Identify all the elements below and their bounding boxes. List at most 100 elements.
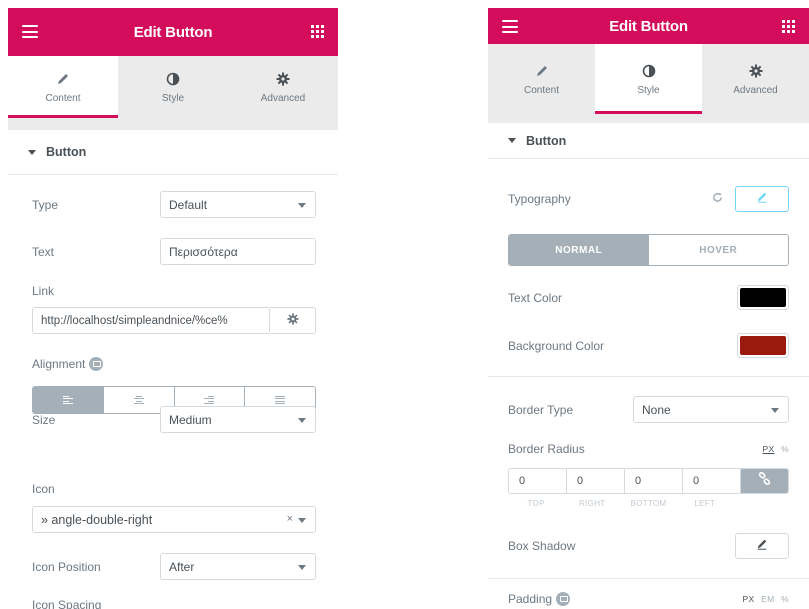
background-color-picker[interactable]: [737, 333, 789, 358]
text-control: Text Περισσότερα: [32, 238, 316, 265]
responsive-desktop-icon[interactable]: [556, 592, 571, 606]
side-top-label: TOP: [527, 499, 545, 508]
icon-label: Icon: [32, 482, 55, 496]
text-color-control: Text Color: [508, 285, 789, 310]
unit-px[interactable]: PX: [763, 444, 775, 454]
icon-position-select[interactable]: After: [160, 553, 316, 580]
border-radius-inputs: 0 0 0 0: [508, 468, 789, 494]
tabs-spacer: [8, 118, 338, 130]
type-value: Default: [169, 197, 208, 212]
icon-position-control: Icon Position After: [32, 553, 316, 580]
icon-select[interactable]: » angle-double-right ×: [32, 506, 316, 533]
text-color-picker[interactable]: [737, 285, 789, 310]
box-shadow-label: Box Shadow: [508, 539, 576, 553]
section-divider: [488, 376, 809, 377]
panel-title: Edit Button: [133, 23, 213, 41]
text-input[interactable]: Περισσότερα: [160, 238, 316, 265]
size-value: Medium: [169, 412, 212, 427]
border-type-select[interactable]: None: [633, 396, 789, 423]
responsive-desktop-icon[interactable]: [89, 357, 104, 371]
unit-percent[interactable]: %: [781, 444, 789, 454]
size-select[interactable]: Medium: [160, 406, 316, 433]
left-editor-panel: Edit Button Content Style Advanced Butto…: [8, 8, 338, 609]
tabs-spacer: [488, 114, 809, 123]
icon-value: » angle-double-right: [41, 512, 153, 527]
tab-advanced[interactable]: Advanced: [228, 56, 338, 118]
background-color-swatch: [740, 336, 786, 355]
hamburger-menu-icon[interactable]: [22, 25, 38, 38]
unit-px[interactable]: PX: [742, 594, 754, 604]
side-left-label: LEFT: [694, 499, 716, 508]
radius-right-input[interactable]: 0: [567, 469, 625, 493]
caret-down-icon: [28, 149, 36, 155]
typography-actions: [712, 186, 789, 212]
icon-spacing-label: Icon Spacing: [32, 598, 102, 609]
editor-tabs: Content Style Advanced: [8, 56, 338, 118]
size-label: Size: [32, 412, 56, 427]
border-type-value: None: [642, 402, 671, 417]
border-radius-side-labels: TOP RIGHT BOTTOM LEFT: [508, 499, 789, 508]
tab-style-label: Style: [637, 84, 660, 96]
section-button-toggle[interactable]: Button: [488, 123, 809, 159]
radius-left-input[interactable]: 0: [683, 469, 741, 493]
align-center-icon: [133, 396, 144, 404]
caret-down-icon: [508, 138, 516, 143]
border-radius-heading: Border Radius PX %: [508, 442, 789, 456]
tab-style-label: Style: [161, 92, 185, 104]
hamburger-menu-icon[interactable]: [502, 20, 518, 33]
clear-icon[interactable]: ×: [287, 513, 293, 525]
align-left-icon: [62, 396, 73, 404]
padding-label-group: Padding: [508, 592, 571, 606]
radius-bottom-input[interactable]: 0: [625, 469, 683, 493]
tab-advanced[interactable]: Advanced: [702, 44, 809, 114]
chevron-down-icon: [298, 518, 306, 523]
tab-content[interactable]: Content: [488, 44, 595, 114]
tab-content[interactable]: Content: [8, 56, 118, 118]
unit-percent[interactable]: %: [781, 594, 789, 604]
typography-edit-button[interactable]: [735, 186, 789, 212]
tab-content-label: Content: [45, 92, 81, 104]
link-options-button[interactable]: [270, 307, 316, 334]
link-input[interactable]: http://localhost/simpleandnice/%ce%: [32, 307, 270, 334]
section-divider: [488, 578, 809, 579]
tab-hover[interactable]: HOVER: [648, 235, 788, 265]
section-title: Button: [46, 145, 87, 159]
icon-position-label: Icon Position: [32, 559, 101, 574]
unit-em[interactable]: EM: [761, 594, 774, 604]
tab-style[interactable]: Style: [118, 56, 228, 118]
padding-label: Padding: [508, 592, 553, 606]
widgets-grid-icon[interactable]: [311, 25, 324, 38]
tab-content-label: Content: [523, 84, 560, 96]
type-control: Type Default: [32, 191, 316, 218]
background-color-control: Background Color: [508, 333, 789, 358]
alignment-heading: Alignment: [32, 357, 104, 371]
link-icon: [758, 471, 771, 490]
chevron-down-icon: [298, 203, 306, 208]
contrast-icon: [642, 63, 656, 79]
side-spacer: [733, 499, 789, 508]
type-select[interactable]: Default: [160, 191, 316, 218]
tab-normal[interactable]: NORMAL: [509, 235, 649, 265]
tab-style[interactable]: Style: [595, 44, 702, 114]
link-values-button[interactable]: [741, 469, 788, 493]
section-button-toggle[interactable]: Button: [8, 130, 338, 175]
panel-title: Edit Button: [609, 17, 688, 35]
pencil-icon: [756, 190, 768, 208]
gear-icon: [286, 312, 299, 330]
chevron-down-icon: [771, 408, 779, 413]
widgets-grid-icon[interactable]: [782, 20, 795, 33]
chevron-down-icon: [298, 418, 306, 423]
box-shadow-edit-button[interactable]: [735, 533, 789, 559]
side-right-label: RIGHT: [579, 499, 606, 508]
radius-top-input[interactable]: 0: [509, 469, 567, 493]
text-color-swatch: [740, 288, 786, 307]
gear-icon: [276, 71, 290, 87]
alignment-label: Alignment: [32, 357, 86, 371]
reset-icon[interactable]: [712, 190, 723, 208]
pencil-icon: [535, 63, 549, 79]
chevron-down-icon: [298, 565, 306, 570]
size-control: Size Medium: [32, 406, 316, 433]
tab-advanced-label: Advanced: [733, 84, 778, 96]
padding-heading: Padding PX EM %: [508, 592, 789, 606]
section-title: Button: [526, 133, 567, 148]
